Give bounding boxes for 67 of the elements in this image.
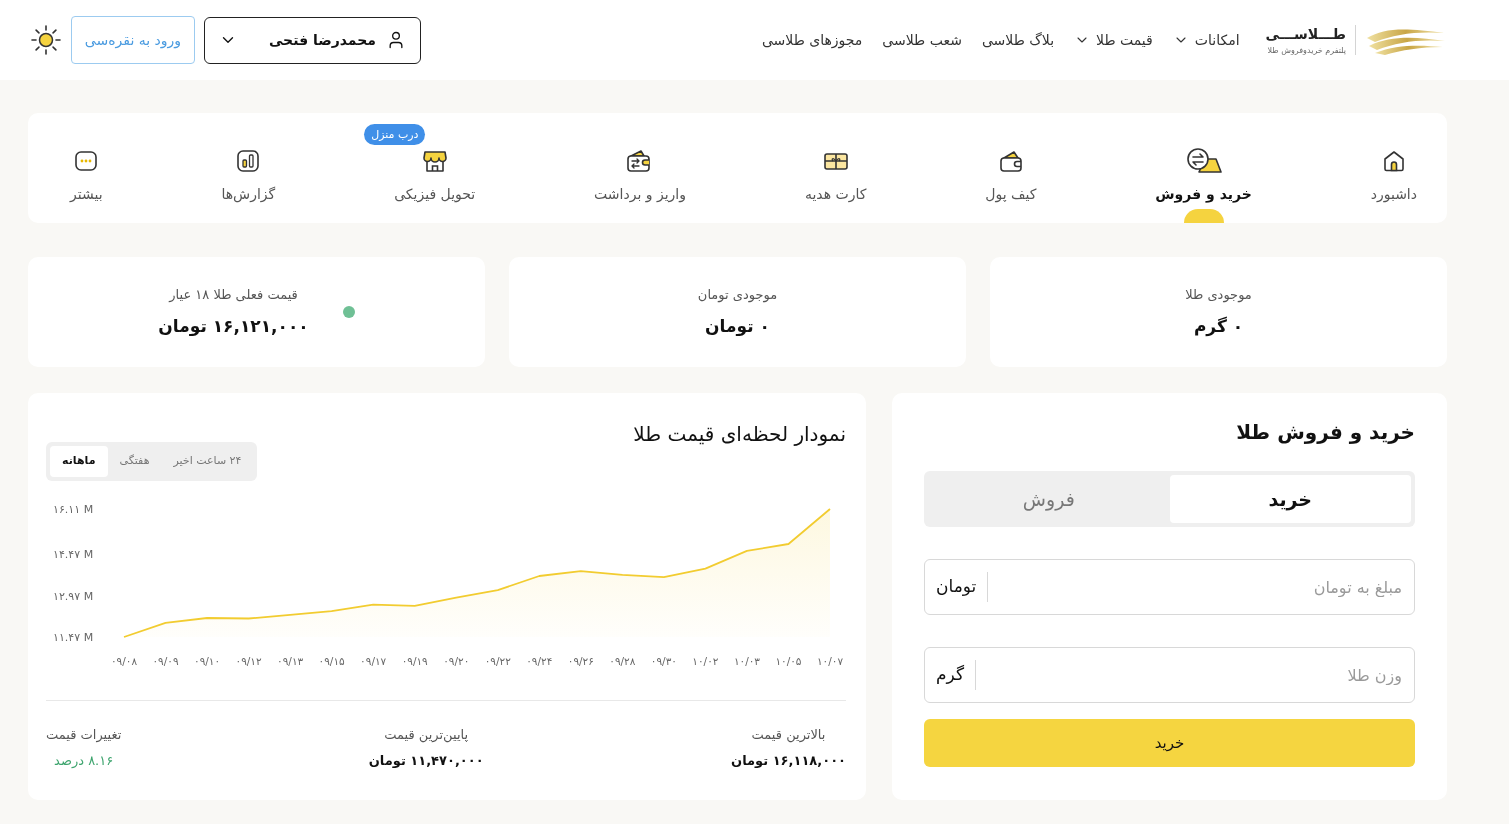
panel-title: نمودار لحظه‌ای قیمت طلا [633, 421, 846, 447]
balance-label: موجودی طلا [1185, 285, 1252, 304]
balance-value: ۰ تومان [705, 315, 770, 338]
feature-tab[interactable]: گزارش‌ها [221, 131, 276, 205]
stat-value: ۱۱,۴۷۰,۰۰۰ تومان [368, 751, 484, 770]
unit-label: گرم [935, 663, 965, 687]
x-axis-label: ۰۹/۳۰ [650, 655, 677, 667]
stat-value: ۸.۱۶ درصد [54, 751, 114, 770]
x-axis-label: ۰۹/۰۹ [152, 655, 179, 667]
nav-link[interactable]: قیمت طلا [1074, 29, 1153, 51]
stat-label: پایین‌ترین قیمت [384, 726, 469, 745]
x-axis-label: ۰۹/۱۲ [235, 655, 262, 667]
stat-label: بالاترین قیمت [751, 726, 826, 745]
period-tab[interactable]: ۲۴ ساعت اخیر [161, 446, 254, 477]
active-tab-marker-icon [1183, 209, 1224, 223]
x-axis-label: ۱۰/۰۲ [692, 655, 719, 667]
nav-link[interactable]: امکانات [1172, 29, 1240, 51]
y-axis-label: ۱۲.۹۷ M [53, 589, 94, 603]
input-field[interactable]: وزن طلا گرم [924, 647, 1415, 703]
x-axis-label: ۰۹/۲۲ [484, 655, 511, 667]
x-axis-label: ۰۹/۲۰ [443, 655, 470, 667]
x-axis-label: ۰۹/۱۰ [194, 655, 221, 667]
nav-link[interactable]: مجوزهای طلاسی [761, 29, 863, 51]
x-axis-label: ۱۰/۰۵ [775, 655, 802, 667]
trade-mode-tab[interactable]: فروش [928, 475, 1170, 523]
y-axis-label: ۱۴.۴۷ M [53, 548, 94, 562]
y-axis-label: ۱۶.۱۱ M [53, 503, 94, 516]
balance-label: موجودی تومان [697, 285, 778, 304]
period-tab[interactable]: هفتگی [107, 446, 162, 477]
x-axis-label: ۰۹/۲۶ [567, 655, 594, 667]
balance-value: ۱۶,۱۲۱,۰۰۰ تومان [158, 315, 309, 338]
x-axis-label: ۰۹/۱۳ [277, 655, 304, 667]
nav-link[interactable]: بلاگ طلاسی [981, 29, 1055, 51]
brand-tagline: پلتفرم خریدوفروش طلا [1267, 45, 1346, 56]
feature-tab[interactable]: داشبورد [1370, 131, 1417, 205]
user-menu-button[interactable]: محمدرضا فتحی [204, 16, 421, 64]
x-axis-label: ۰۹/۲۸ [609, 655, 636, 667]
coin-exchange-icon [1184, 147, 1223, 175]
balance-label: قیمت فعلی طلا ۱۸ عیار [169, 285, 298, 304]
text-input[interactable]: وزن طلا [976, 648, 1414, 702]
nav-link[interactable]: شعب طلاسی [882, 29, 962, 51]
sun-icon[interactable] [30, 24, 62, 56]
x-axis-label: ۰۹/۱۹ [401, 655, 428, 667]
panel-title: خرید و فروش طلا [1235, 419, 1415, 445]
feature-tab[interactable]: کیف پول [985, 131, 1037, 205]
feature-tab[interactable]: واریز و برداشت [594, 131, 686, 205]
tab-badge: درب منزل [364, 124, 426, 145]
x-axis-label: ۱۰/۰۳ [733, 655, 760, 667]
text-input[interactable]: مبلغ به تومان [988, 560, 1414, 614]
input-field[interactable]: مبلغ به تومان تومان [924, 559, 1415, 615]
x-axis-label: ۰۹/۱۵ [318, 655, 345, 667]
balance-value: ۰ گرم [1193, 315, 1244, 339]
x-axis-label: ۱۰/۰۷ [816, 655, 844, 667]
feature-tab[interactable]: خرید و فروش [1155, 131, 1252, 205]
y-axis-label: ۱۱.۴۷ M [53, 631, 94, 644]
feature-tab[interactable]: بیشتر [70, 131, 103, 205]
x-axis-label: ۰۹/۰۸ [110, 655, 138, 667]
feature-tab[interactable]: کارت هدیه [804, 131, 867, 205]
trade-mode-tab[interactable]: خرید [1169, 475, 1411, 523]
brand-name: طـــلاســـی [1265, 24, 1346, 43]
stat-label: تغییرات قیمت [46, 726, 122, 745]
submit-button[interactable]: خرید [924, 719, 1415, 767]
x-axis-label: ۰۹/۱۷ [360, 655, 387, 667]
stat-value: ۱۶,۱۱۸,۰۰۰ تومان [731, 751, 846, 770]
period-tab[interactable]: ماهانه [50, 446, 108, 477]
x-axis-label: ۰۹/۲۴ [526, 655, 553, 667]
unit-label: تومان [935, 575, 978, 599]
